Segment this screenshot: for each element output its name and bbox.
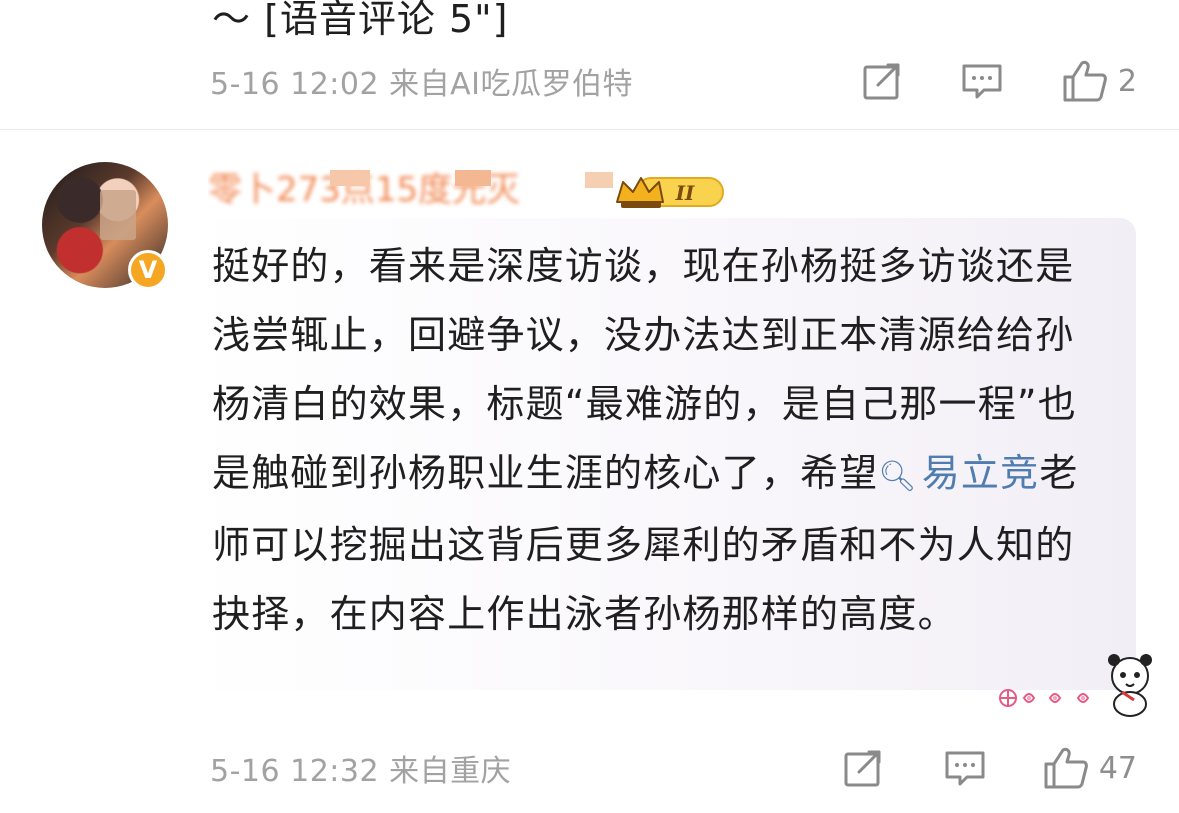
like-count: 2	[1117, 63, 1137, 99]
comment-button[interactable]	[960, 61, 1004, 101]
share-button[interactable]	[862, 61, 906, 101]
previous-comment-text: ～ [语音评论 5"]	[212, 0, 509, 41]
previous-comment-meta-row: 5-16 12:02 来自AI吃瓜罗伯特 2	[210, 56, 1137, 106]
comment-button[interactable]	[943, 748, 987, 788]
mention-link[interactable]: 🔍︎ 易立竞	[878, 451, 1039, 495]
vip-level-badge-icon: II	[616, 177, 724, 208]
avatar-mosaic	[100, 190, 136, 240]
verified-badge-icon: V	[128, 250, 168, 290]
comment-icon	[945, 751, 985, 786]
comment-actions: 47	[843, 746, 1137, 790]
search-icon: 🔍︎	[878, 459, 918, 494]
comment-body: 挺好的，看来是深度访谈，现在孙杨挺多访谈还是浅尝辄止，回避争议，没办法达到正本清…	[212, 232, 1112, 649]
like-icon	[1063, 60, 1107, 102]
share-icon	[863, 63, 900, 100]
comment-feed: ～ [语音评论 5"] 5-16 12:02 来自AI吃瓜罗伯特 2 V 零卜2…	[0, 0, 1179, 813]
mention-name: 易立竞	[921, 451, 1040, 495]
like-button[interactable]: 47	[1043, 746, 1137, 790]
comment-icon	[962, 64, 1002, 99]
username: 零卜273点15度光灭	[208, 170, 521, 210]
previous-comment-meta: 5-16 12:02 来自AI吃瓜罗伯特	[210, 67, 633, 102]
like-count: 47	[1098, 750, 1137, 786]
vip-level-label: II	[675, 181, 695, 205]
previous-comment-actions: 2	[862, 59, 1137, 103]
username-link[interactable]: 零卜273点15度光灭	[208, 168, 628, 212]
comment-meta-row: 5-16 12:32 来自重庆 47	[210, 743, 1137, 793]
share-icon	[844, 750, 881, 787]
panda-sticker-icon	[999, 654, 1152, 717]
comment-meta: 5-16 12:32 来自重庆	[210, 754, 512, 789]
like-icon	[1044, 747, 1088, 789]
share-button[interactable]	[843, 748, 887, 788]
like-button[interactable]: 2	[1062, 59, 1137, 103]
divider	[0, 129, 1179, 130]
